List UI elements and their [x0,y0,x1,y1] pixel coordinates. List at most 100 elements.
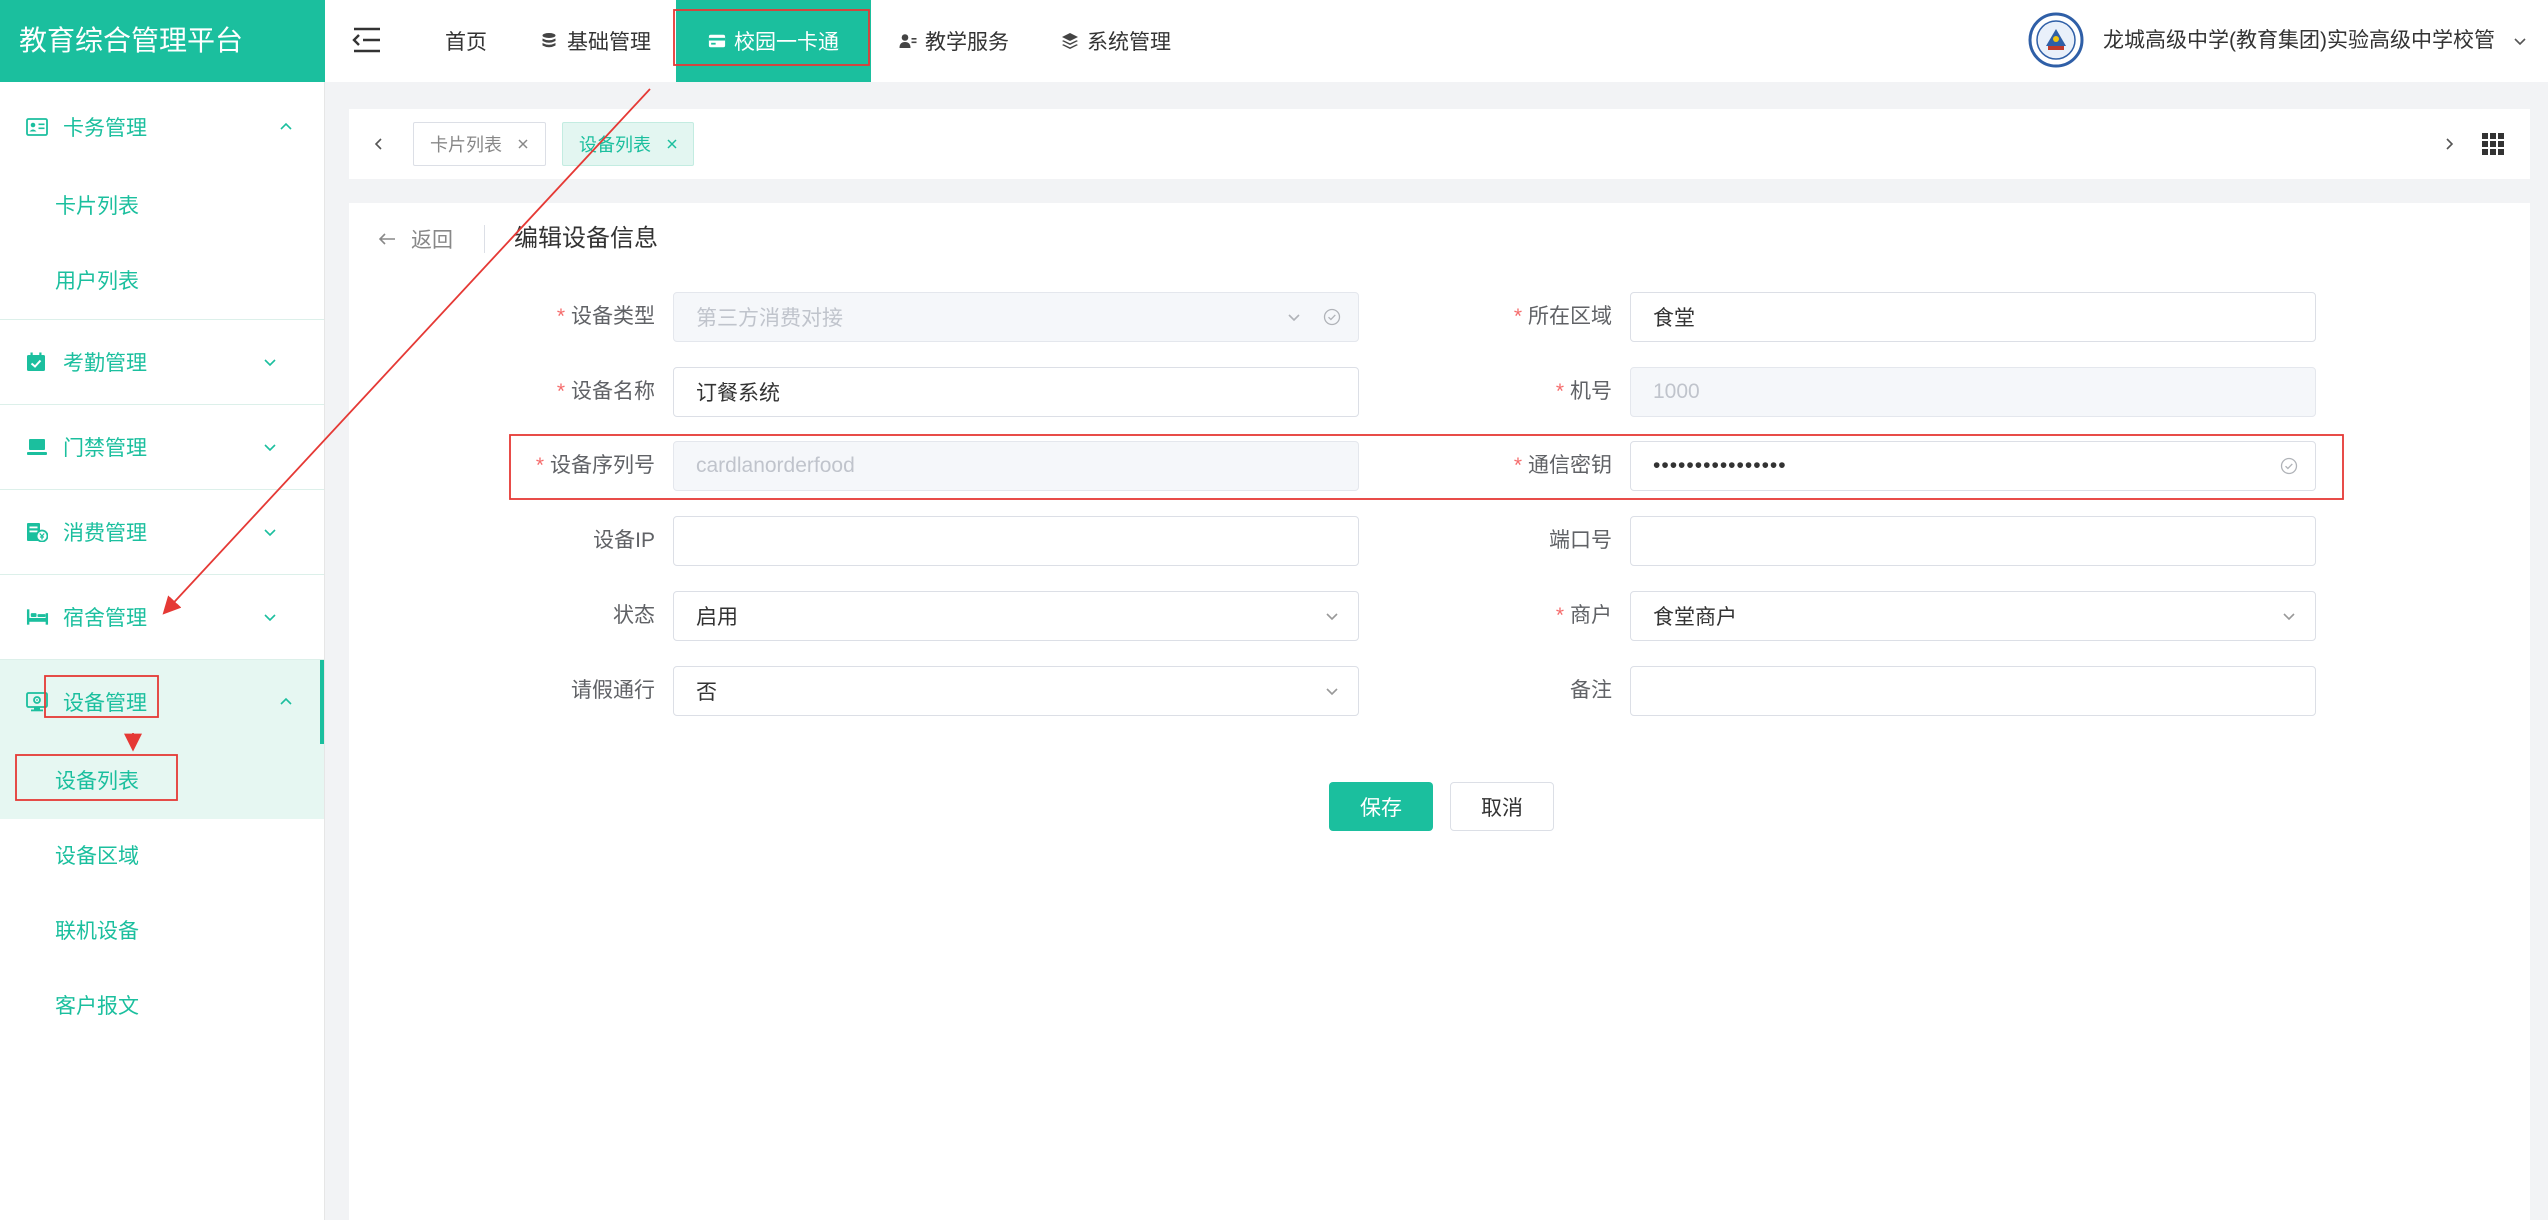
status-select[interactable]: 启用 [673,591,1359,641]
area-label-text: 所在区域 [1528,305,1612,328]
form-item-area: * 所在区域 [1412,292,2316,342]
status-label: 状态 [613,604,655,627]
chevron-down-icon[interactable] [2512,33,2528,49]
save-button[interactable]: 保存 [1329,782,1433,831]
required-mark: * [535,454,544,477]
sidebar-group-dormitory: 宿舍管理 [0,575,324,660]
nav-teaching-service[interactable]: 教学服务 [867,0,1041,82]
leave-pass-label: 请假通行 [571,679,655,702]
nav-basic-management[interactable]: 基础管理 [509,0,683,82]
device-name-label: * 设备名称 [455,367,655,417]
header-divider [484,225,485,253]
leave-pass-select[interactable]: 否 [673,666,1359,716]
sidebar-group-header-card-affairs[interactable]: 卡务管理 [0,85,324,169]
area-label: * 所在区域 [1412,292,1612,342]
edit-device-panel: 返回 编辑设备信息 *设备类型 第三方消费对接 *所在区域 *设备名称 *机号 … [349,203,2530,1220]
form-item-serial-no: * 设备序列号 [455,441,1359,491]
sidebar-item-label: 用户列表 [55,270,139,293]
top-header: 教育综合管理平台 首页 基础管理 校园一卡通 教学服务 系统管理 龙城高级中学(… [0,0,2548,82]
chevron-down-icon [262,609,278,625]
area-input[interactable] [1630,292,2316,342]
chevron-down-icon [262,524,278,540]
chevron-up-icon [278,119,294,135]
school-emblem-icon [2028,12,2084,68]
sidebar-item-customer-message[interactable]: 客户报文 [0,969,324,1044]
remark-input[interactable] [1630,666,2316,716]
id-card-icon [26,116,49,139]
close-icon[interactable] [665,137,679,151]
sidebar-item-device-area[interactable]: 设备区域 [0,819,324,894]
merchant-label: * 商户 [1412,591,1612,641]
comm-key-label-text: 通信密钥 [1528,454,1612,477]
nav-campus-card[interactable]: 校园一卡通 [676,0,871,82]
required-mark: * [1513,305,1522,328]
machine-no-input [1630,367,2316,417]
sidebar-item-user-list[interactable]: 用户列表 [0,244,324,319]
layers-icon [1061,32,1079,50]
sidebar-group-access-control: 门禁管理 [0,405,324,490]
nav-home[interactable]: 首页 [413,0,519,82]
comm-key-label: * 通信密钥 [1412,441,1612,491]
form-item-port: 端口号 [1412,516,2316,566]
calendar-check-icon [26,351,49,374]
port-input[interactable] [1630,516,2316,566]
nav-home-label: 首页 [445,31,487,54]
merchant-value: 食堂商户 [1653,606,1737,629]
required-mark: * [1513,454,1522,477]
required-mark: * [1555,380,1564,403]
sidebar-item-device-list[interactable]: 设备列表 [0,744,324,819]
serial-no-label: * 设备序列号 [455,441,655,491]
form-item-leave-pass: 请假通行 否 [455,666,1359,716]
menu-fold-icon[interactable] [352,26,382,54]
check-circle-icon [1323,308,1341,326]
sidebar-item-online-device[interactable]: 联机设备 [0,894,324,969]
back-label: 返回 [411,229,453,252]
close-icon[interactable] [516,137,530,151]
device-type-select: 第三方消费对接 [673,292,1359,342]
form-item-comm-key: * 通信密钥 •••••••••••••••• [1412,441,2316,491]
back-button[interactable]: 返回 [377,223,453,255]
sidebar-group-header-dormitory[interactable]: 宿舍管理 [0,575,324,659]
grid-icon[interactable] [2481,132,2505,156]
comm-key-input[interactable]: •••••••••••••••• [1630,441,2316,491]
cancel-button[interactable]: 取消 [1450,782,1554,831]
form-item-device-ip: 设备IP [455,516,1359,566]
merchant-select[interactable]: 食堂商户 [1630,591,2316,641]
sidebar-group-header-access-control[interactable]: 门禁管理 [0,405,324,489]
sidebar: 卡务管理 卡片列表 用户列表 考勤管理 门禁管理 消费管理 宿舍管理 设备管理 … [0,82,325,1220]
tab-card-list[interactable]: 卡片列表 [413,122,546,166]
chevron-down-icon [262,354,278,370]
tab-label: 设备列表 [579,135,651,155]
sidebar-group-header-consumption[interactable]: 消费管理 [0,490,324,574]
device-icon [26,691,49,714]
serial-no-input [673,441,1359,491]
sidebar-group-label: 设备管理 [63,692,147,715]
sidebar-group-label: 考勤管理 [63,352,147,375]
chevron-down-icon [1323,607,1341,625]
sidebar-item-card-list[interactable]: 卡片列表 [0,169,324,244]
chevron-down-icon [2280,607,2298,625]
bill-icon [26,521,49,544]
chevron-left-icon[interactable] [371,136,387,152]
sidebar-group-header-attendance[interactable]: 考勤管理 [0,320,324,404]
device-type-label-text: 设备类型 [571,305,655,328]
nav-system-management[interactable]: 系统管理 [1029,0,1203,82]
device-name-label-text: 设备名称 [571,380,655,403]
tab-device-list[interactable]: 设备列表 [562,122,694,166]
tab-bar: 卡片列表 设备列表 [349,109,2530,179]
nav-system-management-label: 系统管理 [1087,31,1171,54]
chevron-right-icon[interactable] [2441,136,2457,152]
sidebar-item-label: 设备区域 [55,845,139,868]
monitor-icon [26,436,49,459]
sidebar-group-header-device-management[interactable]: 设备管理 [0,660,324,744]
machine-no-label-text: 机号 [1570,380,1612,403]
school-name[interactable]: 龙城高级中学(教育集团)实验高级中学校管 [2103,0,2495,82]
sidebar-item-label: 联机设备 [55,920,139,943]
device-ip-input[interactable] [673,516,1359,566]
chevron-up-icon [278,694,294,710]
machine-no-label: * 机号 [1412,367,1612,417]
sidebar-item-label: 客户报文 [55,995,139,1018]
chevron-down-icon [262,439,278,455]
sidebar-item-label: 设备列表 [55,770,139,793]
device-name-input[interactable] [673,367,1359,417]
